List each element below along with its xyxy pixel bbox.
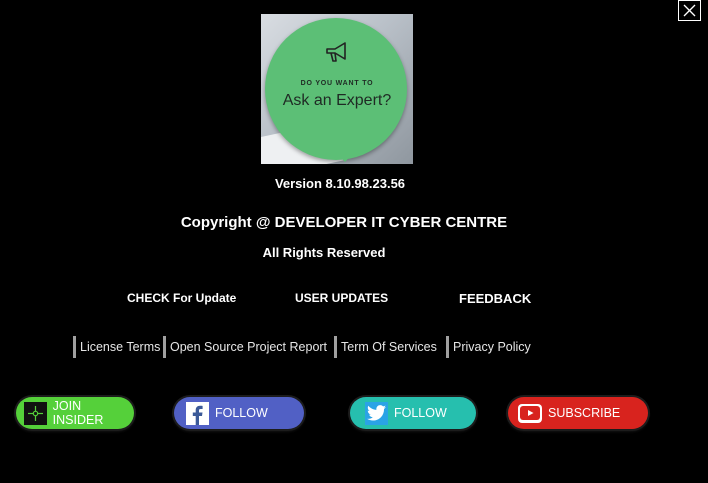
close-button[interactable] <box>678 0 701 21</box>
user-updates-link[interactable]: USER UPDATES <box>295 291 388 305</box>
license-terms-link[interactable]: License Terms <box>73 336 160 358</box>
logo-big-text: Ask an Expert? <box>282 92 392 109</box>
ask-expert-logo: DO YOU WANT TO Ask an Expert? <box>261 14 413 164</box>
check-update-link[interactable]: CHECK For Update <box>127 291 236 305</box>
speech-bubble-tail <box>336 152 354 162</box>
twitter-icon <box>365 401 388 425</box>
logo-small-text: DO YOU WANT TO <box>300 80 374 87</box>
rights-text: All Rights Reserved <box>262 245 386 260</box>
insider-icon <box>24 401 47 425</box>
megaphone-icon <box>326 42 346 62</box>
join-insider-button[interactable]: JOIN INSIDER <box>16 397 134 429</box>
facebook-follow-label: FOLLOW <box>215 406 268 420</box>
close-icon <box>683 4 696 17</box>
privacy-policy-link[interactable]: Privacy Policy <box>446 336 531 358</box>
copyright-text: Copyright @ DEVELOPER IT CYBER CENTRE <box>180 214 508 231</box>
youtube-subscribe-label: SUBSCRIBE <box>548 406 621 420</box>
facebook-icon <box>186 401 209 425</box>
twitter-follow-button[interactable]: FOLLOW <box>350 397 476 429</box>
twitter-follow-label: FOLLOW <box>394 406 447 420</box>
terms-of-service-link[interactable]: Term Of Services <box>334 336 437 358</box>
feedback-link[interactable]: FEEDBACK <box>459 291 531 306</box>
version-label: Version 8.10.98.23.56 <box>274 176 406 191</box>
open-source-report-link[interactable]: Open Source Project Report <box>163 336 327 358</box>
youtube-subscribe-button[interactable]: SUBSCRIBE <box>508 397 648 429</box>
facebook-follow-button[interactable]: FOLLOW <box>174 397 304 429</box>
join-insider-label: JOIN INSIDER <box>52 399 104 427</box>
youtube-icon <box>518 403 542 423</box>
